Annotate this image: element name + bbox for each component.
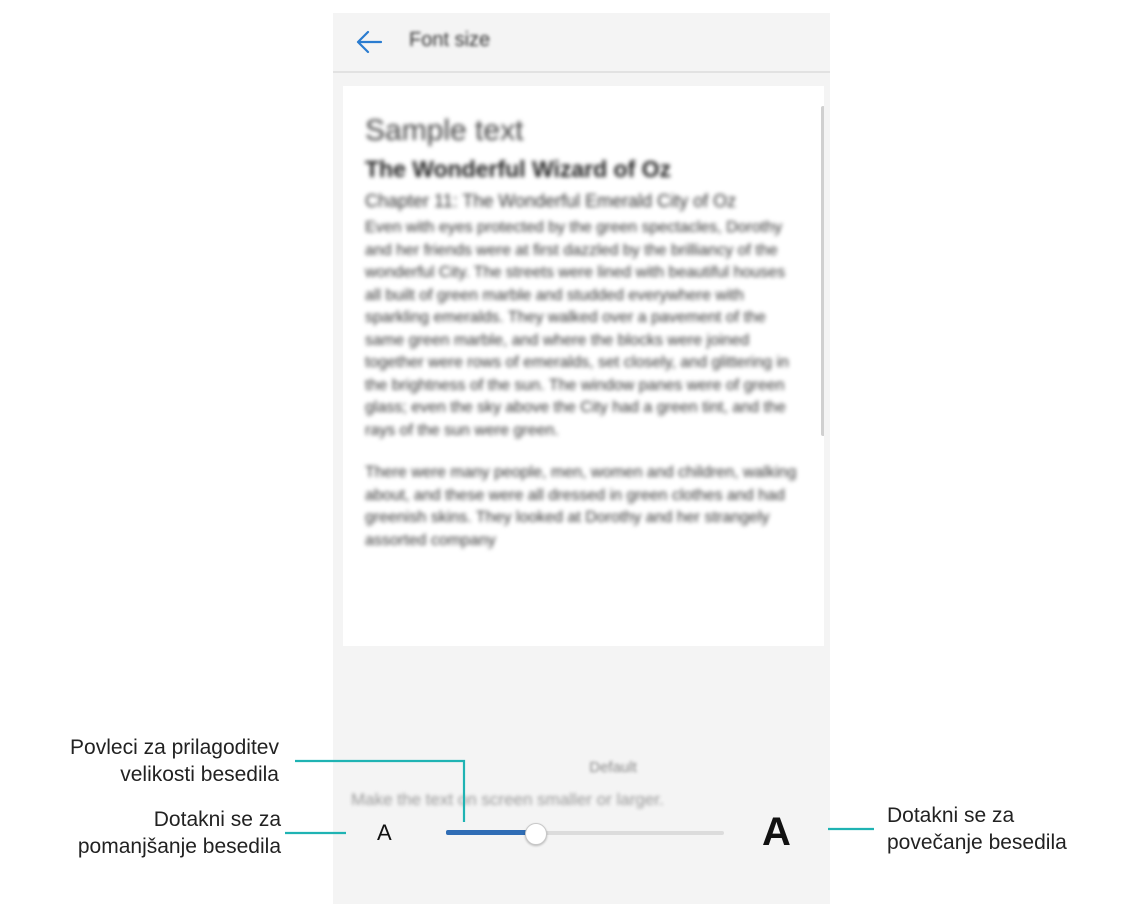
callout-increase-font: Dotakni se za povečanje besedila xyxy=(887,802,1117,856)
sample-paragraph: There were many people, men, women and c… xyxy=(365,464,797,549)
callout-text: Dotakni se za xyxy=(153,808,281,831)
helper-text: Make the text on screen smaller or large… xyxy=(351,790,664,809)
back-arrow-icon[interactable] xyxy=(355,30,383,54)
sample-paragraph: Even with eyes protected by the green sp… xyxy=(365,219,789,439)
font-size-slider-thumb[interactable] xyxy=(524,823,547,845)
font-size-slider-fill xyxy=(446,830,535,835)
callout-text: velikosti besedila xyxy=(120,763,279,786)
callout-text: pomanjšanje besedila xyxy=(77,835,281,858)
sample-text-content: Sample text The Wonderful Wizard of Oz C… xyxy=(365,114,801,572)
book-title: The Wonderful Wizard of Oz xyxy=(365,156,672,182)
chapter-title: Chapter 11: The Wonderful Emerald City o… xyxy=(365,191,737,211)
sample-heading: Sample text xyxy=(365,114,524,147)
app-bar: Font size xyxy=(333,13,830,71)
scrollbar[interactable] xyxy=(821,106,824,436)
callout-text: povečanje besedila xyxy=(887,831,1067,854)
decrease-font-button[interactable]: A xyxy=(377,820,392,846)
callout-decrease-font: Dotakni se za pomanjšanje besedila xyxy=(0,806,281,860)
callout-drag-slider: Povleci za prilagoditev velikosti besedi… xyxy=(0,734,279,788)
callout-text: Dotakni se za xyxy=(887,804,1015,827)
sample-text-preview[interactable]: Sample text The Wonderful Wizard of Oz C… xyxy=(343,86,824,646)
phone-screen: Font size Sample text The Wonderful Wiza… xyxy=(333,13,830,904)
callout-text: Povleci za prilagoditev xyxy=(70,736,279,759)
page-title: Font size xyxy=(409,29,491,51)
increase-font-button[interactable]: A xyxy=(762,810,791,855)
app-bar-divider xyxy=(333,71,830,73)
font-level-label: Default xyxy=(589,759,637,776)
